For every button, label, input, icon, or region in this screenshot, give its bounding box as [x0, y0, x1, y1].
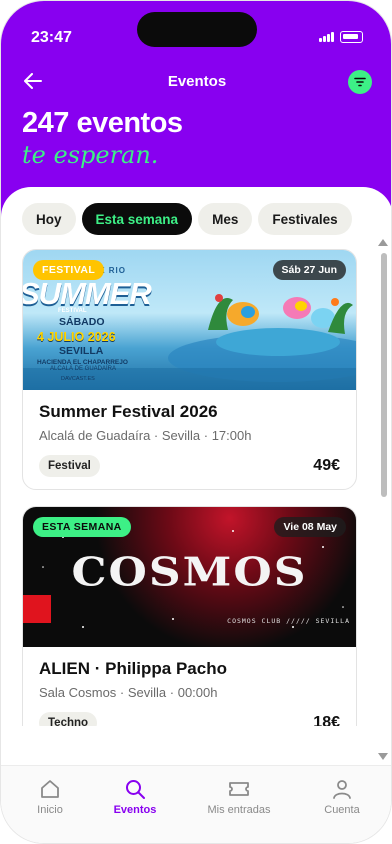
event-card[interactable]: X DAVEX RIO SUMMER FESTIVAL SÁBADO 4 JUL…	[22, 249, 357, 490]
poster-venue-city: ALCALÁ DE GUADAÍRA	[50, 366, 117, 372]
search-icon	[126, 780, 145, 799]
home-icon	[41, 780, 59, 798]
event-date-badge: Vie 08 May	[274, 517, 346, 537]
poster-website: DAVCAST.ES	[61, 376, 95, 382]
event-card-body: Summer Festival 2026 Alcalá de Guadaíra …	[23, 390, 356, 489]
event-title: Summer Festival 2026	[39, 402, 218, 421]
poster-date: 4 JULIO 2026	[37, 330, 116, 344]
event-card-footer: Festival 49€	[39, 455, 340, 477]
event-card[interactable]: COSMOS COSMOS CLUB ///// SEVILLA ESTA SE…	[22, 506, 357, 726]
poster-city: SEVILLA	[59, 345, 104, 357]
tab-eventos[interactable]: Eventos	[86, 766, 184, 826]
filter-icon	[354, 77, 366, 87]
event-badge: ESTA SEMANA	[33, 517, 131, 537]
event-date-badge: Sáb 27 Jun	[272, 260, 346, 280]
signal-icon	[319, 32, 334, 42]
scroll-up-arrow[interactable]	[378, 239, 388, 246]
filter-chips: Hoy Esta semana Mes Festivales	[22, 203, 352, 235]
event-genre-tag: Techno	[39, 712, 98, 726]
tab-label: Mis entradas	[207, 804, 271, 816]
event-title: ALIEN · Philippa Pacho	[39, 659, 227, 678]
tab-label: Cuenta	[324, 804, 360, 816]
tab-label: Inicio	[37, 804, 63, 816]
bottom-tab-bar: Inicio Eventos Mis entradas Cuenta	[1, 765, 391, 843]
event-card-body: ALIEN · Philippa Pacho Sala Cosmos · Sev…	[23, 647, 356, 726]
event-venue: Alcalá de Guadaíra · Sevilla · 17:00h	[39, 428, 252, 443]
poster-subtitle: FESTIVAL	[58, 308, 87, 314]
status-time: 23:47	[31, 29, 72, 46]
event-price: 18€	[313, 714, 340, 726]
filter-button[interactable]	[348, 70, 372, 94]
scroll-down-arrow[interactable]	[378, 753, 388, 760]
tab-inicio[interactable]: Inicio	[1, 766, 99, 826]
poster-title: COSMOS	[71, 549, 308, 596]
ticket-icon	[229, 782, 249, 796]
chip-hoy[interactable]: Hoy	[22, 203, 76, 235]
poster-title: SUMMER	[23, 276, 152, 311]
battery-icon	[340, 31, 363, 43]
event-poster: X DAVEX RIO SUMMER FESTIVAL SÁBADO 4 JUL…	[23, 250, 356, 390]
page-title: Eventos	[167, 73, 227, 90]
event-price: 49€	[313, 457, 340, 474]
event-venue: Sala Cosmos · Sevilla · 00:00h	[39, 685, 218, 700]
chip-mes[interactable]: Mes	[198, 203, 253, 235]
poster-day: SÁBADO	[59, 316, 105, 328]
events-list[interactable]: X DAVEX RIO SUMMER FESTIVAL SÁBADO 4 JUL…	[1, 239, 391, 726]
top-bar: Eventos	[1, 65, 391, 99]
scrollbar-thumb[interactable]	[381, 253, 387, 497]
events-count-headline: 247 eventos	[22, 107, 183, 139]
tab-mis-entradas[interactable]: Mis entradas	[190, 766, 288, 826]
status-bar: 23:47	[1, 1, 391, 55]
event-genre-tag: Festival	[39, 455, 100, 477]
user-icon	[333, 780, 351, 799]
tab-label: Eventos	[113, 804, 157, 816]
dynamic-island	[137, 12, 257, 47]
events-subheadline: te esperan.	[22, 141, 159, 169]
poster-tagline: COSMOS CLUB ///// SEVILLA	[227, 617, 350, 625]
event-poster: COSMOS COSMOS CLUB ///// SEVILLA ESTA SE…	[23, 507, 356, 647]
event-card-footer: Techno 18€	[39, 712, 340, 726]
chip-festivales[interactable]: Festivales	[258, 203, 352, 235]
tab-cuenta[interactable]: Cuenta	[293, 766, 391, 826]
phone-frame: 23:47 Eventos 247 eventos te esperan. Ho…	[0, 0, 392, 844]
chip-esta-semana[interactable]: Esta semana	[81, 203, 193, 235]
poster-venue: HACIENDA EL CHAPARREJO	[37, 359, 128, 366]
event-badge: FESTIVAL	[33, 260, 105, 280]
